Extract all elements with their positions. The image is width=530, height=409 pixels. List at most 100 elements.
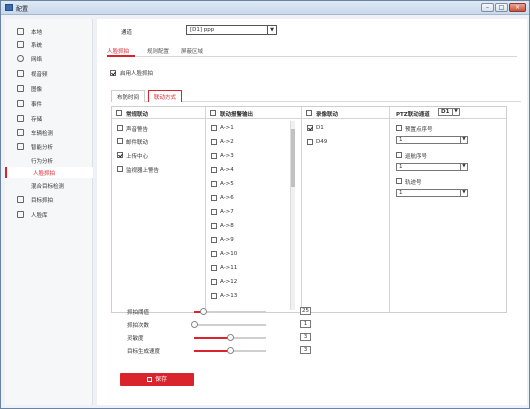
checkbox[interactable] xyxy=(211,167,217,173)
subtab-bar: 布防时间 联动方式 xyxy=(111,90,521,102)
sidebar-item-label: 车辆检测 xyxy=(31,131,54,137)
face-library-icon xyxy=(17,211,24,218)
ptz-preset-select[interactable]: 1 ▼ xyxy=(396,136,468,144)
list-item-label: A->6 xyxy=(220,195,234,201)
checkbox[interactable] xyxy=(211,181,217,187)
target-speed-slider[interactable] xyxy=(194,347,266,354)
ptz-pattern-select[interactable]: 1 ▼ xyxy=(396,189,468,197)
tab-face-capture[interactable]: 人脸抓拍 xyxy=(107,47,129,55)
sidebar-subitem-mixed-target[interactable]: 混合目标检测 xyxy=(5,180,93,191)
slider-knob[interactable] xyxy=(227,334,234,341)
chevron-down-icon: ▼ xyxy=(460,164,467,170)
sidebar-item-event[interactable]: 事件 xyxy=(5,97,93,110)
minimize-button[interactable]: – xyxy=(481,3,494,12)
select-all-checkbox[interactable] xyxy=(210,110,216,116)
sidebar-item-image[interactable]: 图像 xyxy=(5,82,93,95)
checkbox[interactable] xyxy=(211,195,217,201)
ptz-channel-select[interactable]: D1 ▼ xyxy=(438,108,460,116)
list-item-label: A->8 xyxy=(220,223,234,229)
column-header: PTZ联动通道 D1 ▼ xyxy=(390,107,506,119)
checkbox[interactable] xyxy=(396,178,402,184)
capture-threshold-input[interactable]: 25 xyxy=(300,307,311,315)
sidebar-item-label: 视音频 xyxy=(31,72,48,78)
list-item-label: A->4 xyxy=(220,167,234,173)
sidebar-item-storage[interactable]: 存储 xyxy=(5,112,93,125)
slider-knob[interactable] xyxy=(199,308,207,315)
sidebar-item-video-audio[interactable]: 视音频 xyxy=(5,67,93,80)
enable-checkbox[interactable] xyxy=(110,70,116,76)
list-item-label: A->13 xyxy=(220,293,238,299)
checkbox[interactable] xyxy=(211,153,217,159)
checkbox[interactable] xyxy=(211,125,217,131)
checkbox[interactable] xyxy=(117,125,123,131)
checkbox[interactable] xyxy=(211,209,217,215)
linkage-table: 常规联动 声音警告 邮件联动 上传中心 监视器上警告 联动报警输出 A->1 A… xyxy=(111,106,507,313)
sidebar-item-local[interactable]: 本地 xyxy=(5,25,93,38)
tab-bar: 人脸抓拍 规则配置 屏蔽区域 xyxy=(107,45,517,57)
list-item-label: A->12 xyxy=(220,279,238,285)
storage-icon xyxy=(17,115,24,122)
sidebar-item-smart-analysis[interactable]: 智能分析 xyxy=(5,140,93,153)
window-title: 配置 xyxy=(16,6,29,13)
sidebar-subitem-behavior[interactable]: 行为分析 xyxy=(5,155,93,166)
checkbox[interactable] xyxy=(211,237,217,243)
capture-count-input[interactable]: 1 xyxy=(300,320,311,328)
tab-mask-area[interactable]: 屏蔽区域 xyxy=(181,47,203,55)
checkbox[interactable] xyxy=(211,223,217,229)
target-speed-input[interactable]: 3 xyxy=(300,346,311,354)
sidebar-item-face-library[interactable]: 人脸库 xyxy=(5,208,93,221)
checkbox[interactable] xyxy=(211,293,217,299)
analysis-icon xyxy=(17,143,24,150)
list-item-label: A->3 xyxy=(220,153,234,159)
slider-label: 抓拍次数 xyxy=(127,323,150,329)
checkbox[interactable] xyxy=(117,166,123,172)
maximize-button[interactable]: □ xyxy=(495,3,508,12)
checkbox[interactable] xyxy=(117,138,123,144)
select-all-checkbox[interactable] xyxy=(306,110,312,116)
checkbox[interactable] xyxy=(211,139,217,145)
ptz-patrol-select[interactable]: 1 ▼ xyxy=(396,163,468,171)
checkbox[interactable] xyxy=(117,152,123,158)
list-item-label: 监视器上警告 xyxy=(126,168,160,174)
checkbox[interactable] xyxy=(211,279,217,285)
subtab-linkage[interactable]: 联动方式 xyxy=(148,90,183,102)
slider-label: 目标生成速度 xyxy=(127,349,161,355)
checkbox[interactable] xyxy=(307,125,313,131)
slider-knob[interactable] xyxy=(191,321,198,328)
sidebar-item-system[interactable]: 系统 xyxy=(5,38,93,51)
save-button[interactable]: 保存 xyxy=(120,373,194,386)
checkbox[interactable] xyxy=(211,251,217,257)
slider-knob[interactable] xyxy=(227,347,234,354)
column-header: 联动报警输出 xyxy=(206,107,301,119)
close-button[interactable]: × xyxy=(509,3,526,12)
record-linkage-column: 录像联动 D1 D49 xyxy=(302,107,390,312)
sidebar-item-network[interactable]: 网络 xyxy=(5,52,93,65)
column-header-label: 常规联动 xyxy=(126,112,149,118)
sidebar: 本地 系统 网络 视音频 图像 事件 存储 车辆检测 智能分析 行为分析 人脸抓… xyxy=(5,19,93,405)
sensitivity-slider[interactable] xyxy=(194,334,266,341)
list-item-label: D1 xyxy=(316,125,324,131)
checkbox[interactable] xyxy=(211,265,217,271)
column-header: 录像联动 xyxy=(302,107,389,119)
sidebar-item-target-capture[interactable]: 目标抓拍 xyxy=(5,193,93,206)
channel-select[interactable]: [D1] ppp ▼ xyxy=(186,25,277,35)
tab-rule-config[interactable]: 规则配置 xyxy=(147,47,169,55)
event-icon xyxy=(17,100,24,107)
image-icon xyxy=(17,85,24,92)
sidebar-subitem-face-capture[interactable]: 人脸抓拍 xyxy=(5,167,93,178)
sidebar-item-vehicle[interactable]: 车辆检测 xyxy=(5,126,93,139)
alarm-output-scrollbar[interactable] xyxy=(290,121,295,310)
scrollbar-thumb[interactable] xyxy=(291,129,295,187)
capture-threshold-slider[interactable] xyxy=(194,308,266,315)
list-item-label: A->10 xyxy=(220,251,238,257)
sensitivity-input[interactable]: 3 xyxy=(300,333,311,341)
checkbox[interactable] xyxy=(396,152,402,158)
subtab-schedule[interactable]: 布防时间 xyxy=(111,90,146,102)
select-all-checkbox[interactable] xyxy=(116,110,122,116)
checkbox[interactable] xyxy=(396,125,402,131)
enable-face-capture[interactable]: 启用人脸抓拍 xyxy=(110,69,153,77)
capture-count-slider[interactable] xyxy=(191,321,266,328)
checkbox[interactable] xyxy=(307,139,313,145)
sidebar-item-label: 系统 xyxy=(31,43,43,49)
chevron-down-icon: ▼ xyxy=(452,109,459,115)
